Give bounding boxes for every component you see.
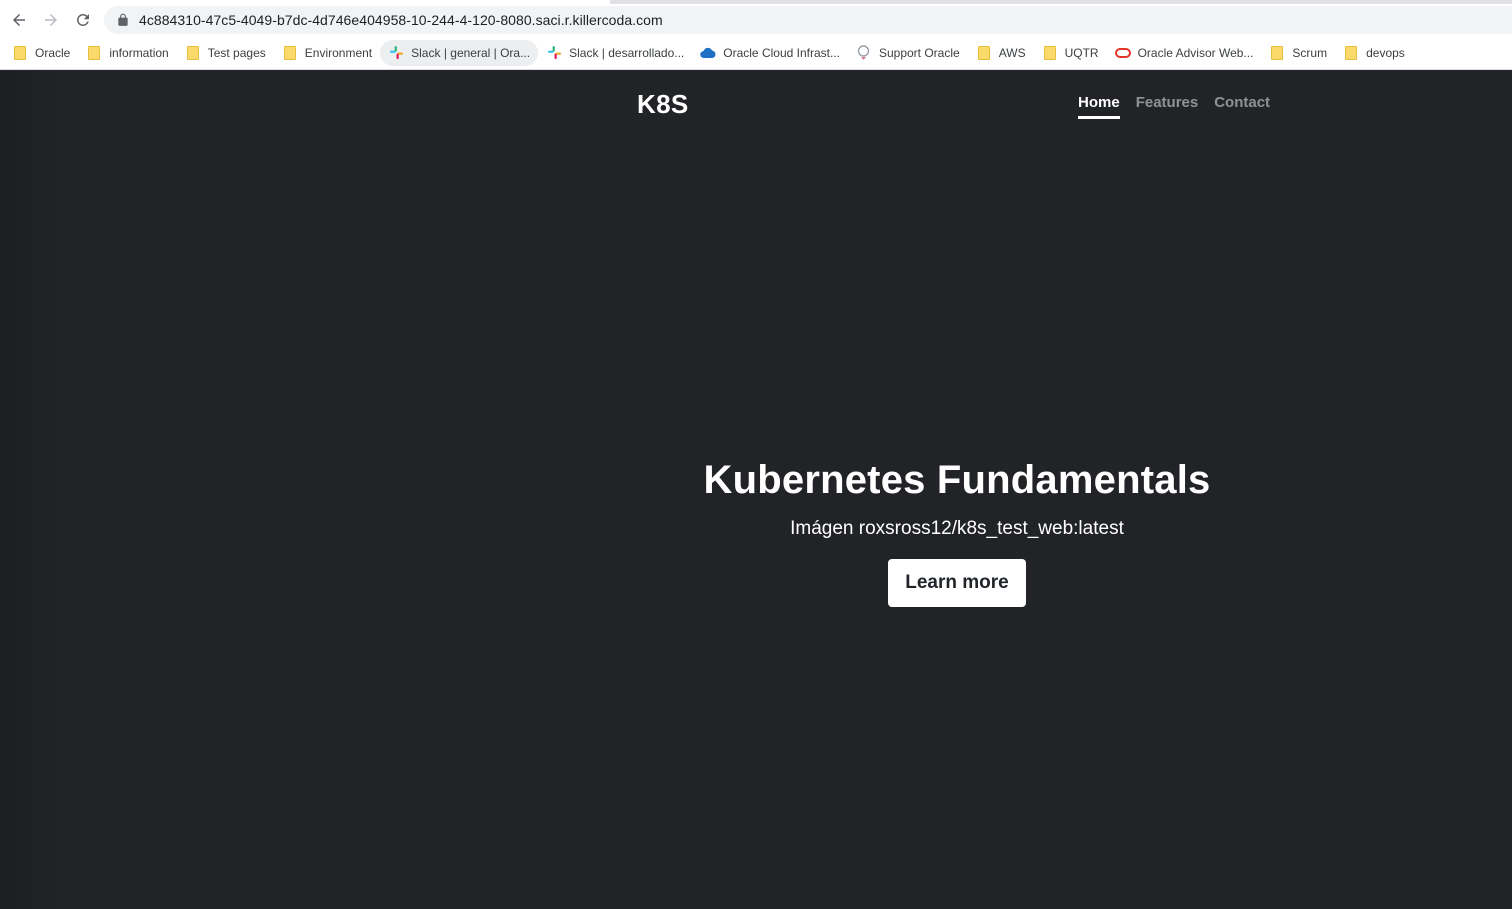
bookmark-label: Slack | general | Ora... bbox=[411, 45, 531, 60]
support-icon bbox=[858, 44, 870, 60]
nav-link-home[interactable]: Home bbox=[1078, 94, 1120, 119]
bookmark-oracle-advisor[interactable]: Oracle Advisor Web... bbox=[1107, 40, 1262, 66]
bookmark-label: AWS bbox=[998, 45, 1026, 60]
bookmark-label: Scrum bbox=[1292, 45, 1328, 60]
arrow-right-icon bbox=[45, 14, 57, 26]
folder-icon bbox=[283, 45, 296, 60]
reload-button[interactable] bbox=[67, 6, 99, 34]
bookmark-environment[interactable]: Environment bbox=[274, 40, 380, 66]
oracle-icon bbox=[1114, 47, 1131, 58]
folder-icon bbox=[186, 45, 199, 60]
bookmark-label: Oracle Cloud Infrast... bbox=[723, 45, 840, 60]
folder-icon bbox=[1271, 45, 1284, 60]
bookmark-oracle-cloud[interactable]: Oracle Cloud Infrast... bbox=[692, 40, 848, 66]
hero-section: Kubernetes Fundamentals Imágen roxsross1… bbox=[657, 456, 1257, 607]
url-text[interactable]: 4c884310-47c5-4049-b7dc-4d746e404958-10-… bbox=[139, 12, 663, 28]
bookmarks-bar: Oracle information Test pages Environmen… bbox=[0, 36, 1512, 70]
forward-button[interactable] bbox=[35, 6, 67, 34]
hero-subtitle: Imágen roxsross12/k8s_test_web:latest bbox=[790, 518, 1124, 539]
bookmark-label: Test pages bbox=[207, 45, 266, 60]
bookmark-label: UQTR bbox=[1064, 45, 1099, 60]
reload-icon bbox=[76, 13, 89, 26]
bookmark-label: information bbox=[109, 45, 169, 60]
folder-icon bbox=[1345, 45, 1358, 60]
nav-link-contact[interactable]: Contact bbox=[1214, 94, 1270, 119]
bookmark-support-oracle[interactable]: Support Oracle bbox=[848, 40, 968, 66]
site-brand[interactable]: K8S bbox=[637, 89, 688, 120]
bookmark-label: Support Oracle bbox=[878, 45, 960, 60]
slack-icon bbox=[547, 45, 561, 60]
arrow-left-icon bbox=[13, 14, 25, 26]
bookmark-aws[interactable]: AWS bbox=[968, 40, 1034, 66]
site-header: K8S Home Features Contact bbox=[0, 71, 1512, 141]
folder-icon bbox=[14, 45, 26, 60]
site-nav: Home Features Contact bbox=[1078, 94, 1270, 119]
bookmark-oracle[interactable]: Oracle bbox=[4, 40, 78, 66]
bookmark-label: Slack | desarrollado... bbox=[569, 45, 685, 60]
browser-toolbar: 4c884310-47c5-4049-b7dc-4d746e404958-10-… bbox=[0, 4, 1512, 36]
bookmark-label: Oracle Advisor Web... bbox=[1137, 45, 1254, 60]
nav-link-features[interactable]: Features bbox=[1136, 94, 1199, 119]
folder-icon bbox=[1043, 45, 1056, 60]
address-bar[interactable]: 4c884310-47c5-4049-b7dc-4d746e404958-10-… bbox=[104, 6, 1512, 34]
bookmark-devops[interactable]: devops bbox=[1335, 40, 1413, 66]
bookmark-test-pages[interactable]: Test pages bbox=[177, 40, 274, 66]
folder-icon bbox=[88, 45, 101, 60]
bookmark-label: devops bbox=[1366, 45, 1405, 60]
back-button[interactable] bbox=[3, 6, 35, 34]
slack-icon bbox=[389, 45, 403, 60]
bookmark-label: Environment bbox=[304, 45, 373, 60]
bookmark-label: Oracle bbox=[35, 45, 71, 60]
hero-title: Kubernetes Fundamentals bbox=[703, 458, 1211, 502]
bookmark-uqtr[interactable]: UQTR bbox=[1034, 40, 1107, 66]
page-content: K8S Home Features Contact Kubernetes Fun… bbox=[0, 71, 1512, 909]
bookmark-slack-general[interactable]: Slack | general | Ora... bbox=[380, 39, 539, 66]
folder-icon bbox=[977, 45, 990, 60]
lock-icon bbox=[118, 13, 128, 26]
bookmark-scrum[interactable]: Scrum bbox=[1261, 40, 1335, 66]
bookmark-information[interactable]: information bbox=[78, 40, 176, 66]
learn-more-button[interactable]: Learn more bbox=[888, 559, 1026, 607]
bookmark-slack-desarrollado[interactable]: Slack | desarrollado... bbox=[538, 40, 692, 66]
cloud-icon bbox=[700, 47, 716, 58]
